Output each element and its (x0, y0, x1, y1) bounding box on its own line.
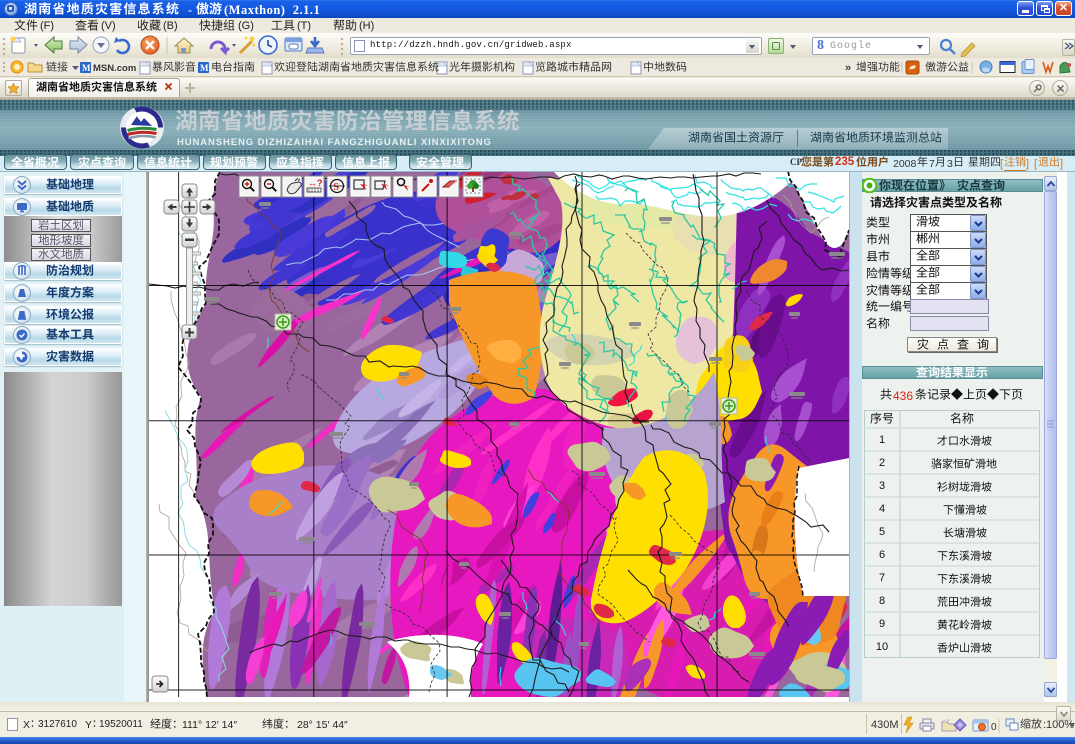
svg-text:7: 7 (879, 572, 885, 584)
svg-text:6: 6 (879, 549, 885, 561)
svg-text:↔?: ↔? (308, 178, 323, 188)
svg-text:9: 9 (879, 618, 885, 630)
svg-text:10: 10 (876, 641, 888, 653)
svg-text:5: 5 (879, 526, 885, 538)
svg-text:4: 4 (879, 503, 885, 515)
svg-text:»: » (845, 62, 851, 74)
svg-text:2: 2 (879, 457, 885, 469)
svg-text:0: 0 (991, 722, 997, 733)
svg-text:M: M (200, 63, 209, 73)
svg-text:8: 8 (879, 595, 885, 607)
svg-text:S: S (334, 182, 340, 193)
svg-text:1: 1 (879, 434, 885, 446)
svg-text:3: 3 (879, 480, 885, 492)
svg-text:M: M (82, 63, 91, 73)
